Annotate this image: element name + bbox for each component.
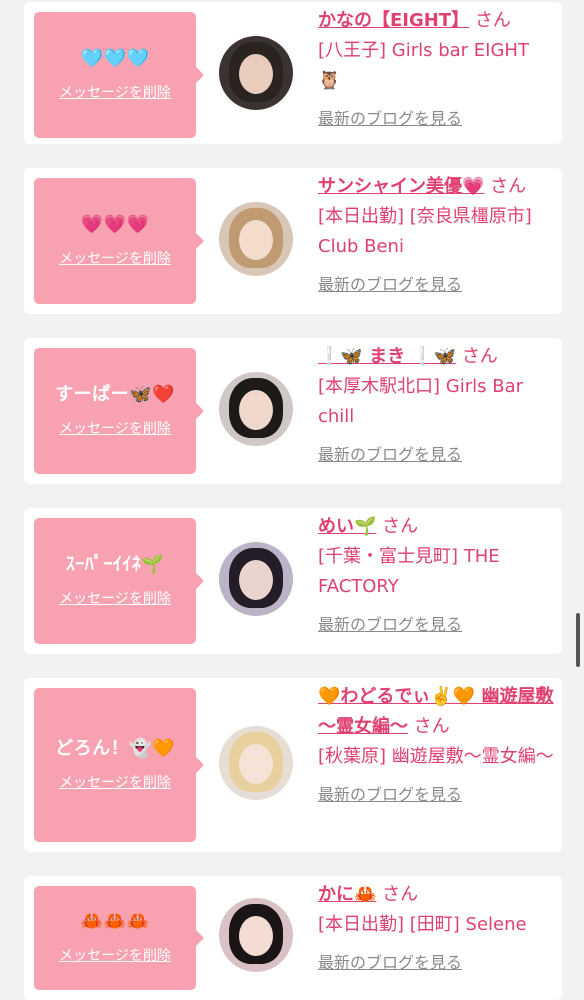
message-text: 💗💗💗: [80, 214, 150, 235]
message-text: 🦀🦀🦀: [80, 911, 150, 932]
message-text: 🩵🩵🩵: [80, 48, 150, 69]
blog-link[interactable]: 最新のブログを見る: [318, 104, 554, 134]
message-text: どろん！👻🧡: [55, 738, 175, 759]
honorific: さん: [382, 884, 419, 905]
avatar-face: [239, 390, 273, 430]
entry-info: かなの【EIGHT】 さん [八王子] Girls bar EIGHT 🦉 最新…: [318, 6, 554, 134]
avatar-face: [239, 560, 273, 600]
delete-message-link[interactable]: メッセージを削除: [59, 249, 171, 269]
honorific: さん: [413, 716, 450, 737]
delete-message-link[interactable]: メッセージを削除: [59, 589, 171, 609]
message-box: どろん！👻🧡 メッセージを削除: [34, 688, 204, 842]
message-text: すーぱー🦋❤️: [55, 384, 175, 405]
honorific: さん: [382, 516, 419, 537]
shop-info: [八王子] Girls bar EIGHT 🦉: [318, 40, 529, 91]
scrollbar[interactable]: [576, 613, 580, 667]
list-item: ｽｰﾊﾟｰｲｲﾈ🌱 メッセージを削除 めい🌱 さん [千葉・富士見町] THE …: [24, 508, 562, 654]
delete-message-link[interactable]: メッセージを削除: [59, 773, 171, 793]
entry-info: かに🦀 さん [本日出勤] [田町] Selene 最新のブログを見る: [318, 880, 554, 978]
blog-link[interactable]: 最新のブログを見る: [318, 948, 554, 978]
avatar[interactable]: [219, 898, 293, 972]
blog-link[interactable]: 最新のブログを見る: [318, 610, 554, 640]
avatar-face: [239, 220, 273, 260]
message-box: 🩵🩵🩵 メッセージを削除: [34, 12, 204, 138]
delete-message-link[interactable]: メッセージを削除: [59, 946, 171, 966]
blog-link[interactable]: 最新のブログを見る: [318, 440, 554, 470]
blog-link[interactable]: 最新のブログを見る: [318, 780, 554, 810]
entry-info: サンシャイン美優💗 さん [本日出勤] [奈良県橿原市] Club Beni 最…: [318, 172, 554, 300]
delete-message-link[interactable]: メッセージを削除: [59, 83, 171, 103]
message-text: ｽｰﾊﾟｰｲｲﾈ🌱: [65, 554, 165, 575]
avatar-face: [239, 916, 273, 956]
avatar[interactable]: [219, 726, 293, 800]
blog-link[interactable]: 最新のブログを見る: [318, 270, 554, 300]
avatar[interactable]: [219, 542, 293, 616]
shop-info: [秋葉原] 幽遊屋敷〜霊女編〜: [318, 746, 554, 767]
user-name-link[interactable]: サンシャイン美優💗: [318, 176, 484, 197]
shop-info: [本日出勤] [田町] Selene: [318, 914, 527, 935]
user-name-link[interactable]: めい🌱: [318, 516, 376, 537]
avatar[interactable]: [219, 36, 293, 110]
entry-info: 🧡わどるでぃ✌️🧡 幽遊屋敷 〜霊女編〜 さん [秋葉原] 幽遊屋敷〜霊女編〜 …: [318, 682, 554, 810]
avatar[interactable]: [219, 202, 293, 276]
list-item: どろん！👻🧡 メッセージを削除 🧡わどるでぃ✌️🧡 幽遊屋敷 〜霊女編〜 さん …: [24, 678, 562, 852]
list-item: 💗💗💗 メッセージを削除 サンシャイン美優💗 さん [本日出勤] [奈良県橿原市…: [24, 168, 562, 314]
honorific: さん: [461, 346, 498, 367]
honorific: さん: [474, 10, 511, 31]
message-box: ｽｰﾊﾟｰｲｲﾈ🌱 メッセージを削除: [34, 518, 204, 644]
avatar-face: [239, 54, 273, 94]
message-box: 💗💗💗 メッセージを削除: [34, 178, 204, 304]
delete-message-link[interactable]: メッセージを削除: [59, 419, 171, 439]
user-name-link[interactable]: ❕🦋 まき ❕🦋: [318, 346, 456, 367]
list-item: 🩵🩵🩵 メッセージを削除 かなの【EIGHT】 さん [八王子] Girls b…: [24, 2, 562, 144]
avatar[interactable]: [219, 372, 293, 446]
entry-info: めい🌱 さん [千葉・富士見町] THE FACTORY 最新のブログを見る: [318, 512, 554, 640]
honorific: さん: [490, 176, 527, 197]
shop-info: [本日出勤] [奈良県橿原市] Club Beni: [318, 206, 532, 257]
user-name-link[interactable]: かなの【EIGHT】: [318, 10, 469, 31]
message-box: 🦀🦀🦀 メッセージを削除: [34, 886, 204, 990]
user-name-link[interactable]: かに🦀: [318, 884, 376, 905]
message-box: すーぱー🦋❤️ メッセージを削除: [34, 348, 204, 474]
entry-info: ❕🦋 まき ❕🦋 さん [本厚木駅北口] Girls Bar chill 最新の…: [318, 342, 554, 470]
shop-info: [本厚木駅北口] Girls Bar chill: [318, 376, 523, 427]
avatar-face: [239, 744, 273, 784]
list-item: 🦀🦀🦀 メッセージを削除 かに🦀 さん [本日出勤] [田町] Selene 最…: [24, 876, 562, 1000]
list-item: すーぱー🦋❤️ メッセージを削除 ❕🦋 まき ❕🦋 さん [本厚木駅北口] Gi…: [24, 338, 562, 484]
shop-info: [千葉・富士見町] THE FACTORY: [318, 546, 500, 597]
